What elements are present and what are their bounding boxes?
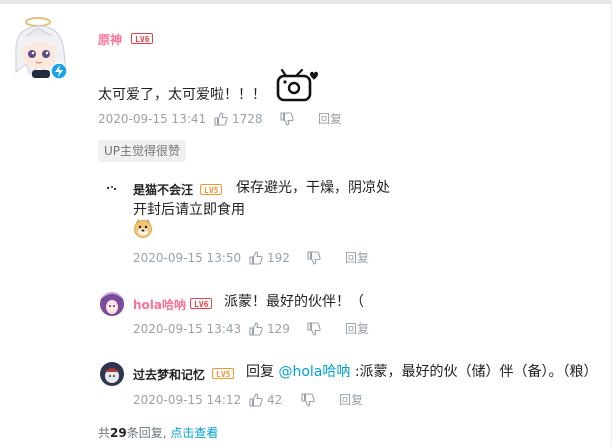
main-username[interactable]: 原神 [98, 31, 122, 48]
reply-text-line2: 开封后请立即食用 [133, 202, 245, 218]
like-count: 1728 [232, 112, 263, 126]
main-avatar[interactable] [8, 14, 72, 82]
thumb-up-icon[interactable] [249, 393, 263, 407]
thumb-down-icon[interactable] [280, 112, 294, 126]
level-badge: LV6 [131, 33, 154, 44]
reply-text-line1: 保存避光，干燥，阴凉处 [236, 180, 390, 196]
mention-link[interactable]: @hola哈呐 [278, 364, 350, 380]
comment-time: 2020-09-15 13:43 [133, 322, 242, 336]
thumb-up-icon[interactable] [214, 112, 228, 126]
main-comment-text: 太可爱了，太可爱啦！！！ [98, 87, 266, 103]
doge-emoji-icon [134, 219, 152, 238]
reply-button[interactable]: 回复 [318, 111, 342, 127]
reply-button[interactable]: 回复 [345, 250, 369, 266]
main-comment-meta: 2020-09-15 13:41 1728 回复 [98, 111, 358, 127]
comment-time: 2020-09-15 14:12 [133, 393, 242, 407]
view-more-link[interactable]: 点击查看 [170, 426, 218, 440]
like-count: 192 [267, 251, 290, 265]
reply-body: :派蒙，最好的伙（储）伴（备）。（粮） [354, 364, 598, 380]
reply-meta: 2020-09-15 13:43 129 回复 [133, 321, 393, 337]
thumb-up-icon[interactable] [249, 251, 263, 265]
reply-button[interactable]: 回复 [345, 321, 369, 337]
thumb-down-icon[interactable] [307, 251, 321, 265]
comment-time: 2020-09-15 13:50 [133, 251, 242, 265]
top-divider [0, 0, 612, 4]
verified-badge-icon [50, 62, 68, 80]
reply-avatar[interactable] [100, 362, 124, 386]
reply-meta: 2020-09-15 14:12 42 回复 [133, 392, 393, 408]
up-liked-tag: UP主觉得很赞 [98, 140, 187, 162]
level-badge: LV5 [200, 184, 223, 195]
reply-meta: 2020-09-15 13:50 192 回复 [133, 250, 393, 266]
reply-username[interactable]: hola哈呐 [133, 296, 186, 313]
comment-time: 2020-09-15 13:41 [98, 112, 207, 126]
reply-button[interactable]: 回复 [339, 392, 363, 408]
tv-emote-icon [276, 68, 318, 102]
reply-text: 派蒙！最好的伙伴！（ [224, 294, 364, 310]
reply-prefix: 回复 [246, 364, 274, 380]
reply-avatar[interactable] [100, 292, 124, 316]
thumb-down-icon[interactable] [301, 393, 315, 407]
level-badge: LV5 [212, 368, 235, 379]
reply-username[interactable]: 过去梦和记忆 [133, 366, 205, 383]
more-prefix: 共 [98, 426, 111, 440]
reply-username[interactable]: 是猫不会汪 [133, 181, 193, 198]
thumb-down-icon[interactable] [307, 322, 321, 336]
reply-avatar[interactable] [100, 176, 124, 200]
like-count: 42 [267, 393, 283, 407]
thumb-up-icon[interactable] [249, 322, 263, 336]
reply-count: 29 [110, 426, 127, 440]
level-badge: LV6 [190, 298, 213, 309]
reply-text: 回复 @hola哈呐 :派蒙，最好的伙（储）伴（备）。（粮） [246, 362, 598, 382]
more-suffix: 条回复, [126, 426, 167, 440]
like-count: 129 [267, 322, 290, 336]
more-replies: 共29条回复, 点击查看 [98, 424, 218, 441]
